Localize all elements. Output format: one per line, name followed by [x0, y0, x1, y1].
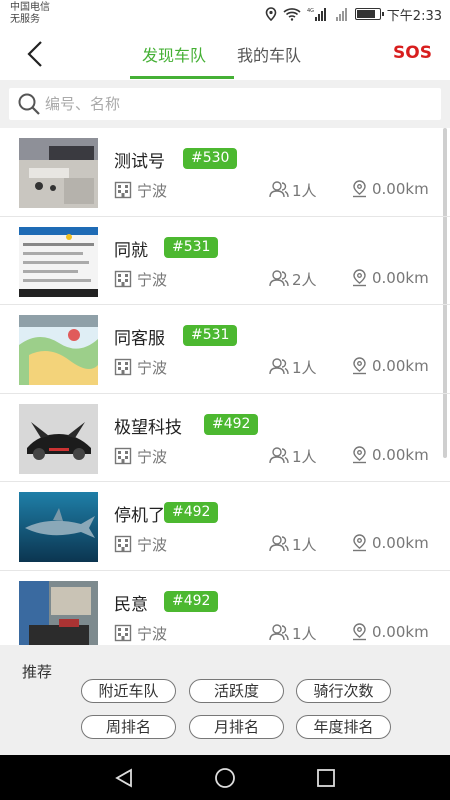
team-list[interactable]: 测试号 #530 宁波 1人 0.00km 同就 #531 宁波 2人 0.00km 同客服 #531… — [0, 128, 450, 645]
building-icon — [114, 270, 132, 287]
team-member-count: 1人 — [292, 447, 317, 466]
cellular-signal-icon: 4G — [307, 8, 326, 21]
team-member-count: 2人 — [292, 270, 317, 289]
battery-icon — [354, 8, 384, 20]
battery-level — [356, 10, 375, 18]
team-city: 宁波 — [137, 536, 168, 554]
team-member-count: 1人 — [292, 624, 317, 643]
team-name: 停机了 — [114, 506, 165, 526]
team-row[interactable]: 民意 #492 宁波 1人 0.00km — [0, 571, 450, 645]
team-name: 民意 — [114, 594, 148, 615]
location-pin-icon — [353, 622, 366, 640]
team-distance: 0.00km — [372, 357, 429, 375]
team-city: 宁波 — [137, 182, 168, 200]
team-id-badge: #492 — [164, 590, 219, 612]
location-pin-icon — [353, 445, 366, 463]
search-bar-area — [0, 80, 450, 128]
team-thumbnail — [19, 492, 98, 562]
team-thumbnail — [19, 138, 98, 208]
members-icon — [269, 269, 289, 286]
chip-weekly-rank[interactable]: 周排名 — [81, 715, 176, 739]
team-id-badge: #492 — [164, 502, 219, 523]
members-icon — [269, 181, 289, 198]
location-pin-icon — [353, 357, 366, 375]
building-icon — [114, 535, 132, 553]
recommend-title: 推荐 — [22, 663, 53, 681]
team-member-count: 1人 — [292, 359, 317, 377]
sos-button[interactable]: SOS — [393, 43, 432, 63]
team-thumbnail — [19, 315, 98, 385]
members-icon — [269, 358, 289, 375]
carrier-name: 中国电信 — [10, 2, 50, 13]
system-nav-bar — [0, 755, 450, 800]
team-id-badge: #531 — [164, 236, 219, 258]
top-nav: 发现车队 我的车队 SOS — [0, 28, 450, 80]
service-status: 无服务 — [10, 14, 40, 25]
recent-square-icon[interactable] — [315, 767, 337, 789]
location-pin-icon — [353, 268, 366, 286]
search-input[interactable] — [45, 95, 425, 113]
members-icon — [269, 535, 289, 552]
recommend-panel: 推荐 附近车队 活跃度 骑行次数 周排名 月排名 年度排名 — [0, 645, 450, 755]
team-row[interactable]: 同就 #531 宁波 2人 0.00km — [0, 217, 450, 305]
building-icon — [114, 624, 132, 641]
tab-discover-teams[interactable]: 发现车队 — [142, 42, 206, 66]
building-icon — [114, 358, 132, 376]
team-id-badge: #492 — [204, 413, 259, 435]
tab-my-teams[interactable]: 我的车队 — [237, 42, 301, 66]
chip-nearby-teams[interactable]: 附近车队 — [81, 679, 176, 703]
team-city: 宁波 — [137, 447, 168, 466]
team-distance: 0.00km — [372, 622, 429, 641]
team-thumbnail — [19, 403, 98, 474]
chip-yearly-rank[interactable]: 年度排名 — [296, 715, 391, 739]
team-distance: 0.00km — [372, 445, 429, 464]
team-thumbnail — [19, 580, 98, 645]
search-box[interactable] — [9, 88, 441, 120]
team-id-badge: #531 — [183, 325, 238, 346]
back-arrow-icon[interactable] — [22, 40, 48, 68]
members-icon — [269, 446, 289, 463]
team-city: 宁波 — [137, 359, 168, 377]
network-type: 4G — [307, 8, 314, 14]
wifi-icon — [283, 8, 301, 21]
status-bar: 中国电信 无服务 4G 下午2:33 — [0, 0, 450, 28]
location-icon — [265, 7, 277, 21]
team-city: 宁波 — [137, 624, 168, 643]
status-icons: 4G 下午2:33 — [265, 5, 442, 24]
team-distance: 0.00km — [372, 268, 429, 287]
home-circle-icon[interactable] — [214, 767, 236, 789]
clock: 下午2:33 — [386, 8, 442, 24]
team-member-count: 1人 — [292, 182, 317, 200]
team-name: 同就 — [114, 240, 148, 261]
team-thumbnail — [19, 226, 98, 297]
team-distance: 0.00km — [372, 534, 429, 552]
signal-empty-icon — [335, 8, 347, 21]
team-member-count: 1人 — [292, 536, 317, 554]
chip-activity[interactable]: 活跃度 — [189, 679, 284, 703]
team-name: 极望科技 — [114, 417, 182, 438]
building-icon — [114, 447, 132, 464]
chip-monthly-rank[interactable]: 月排名 — [189, 715, 284, 739]
location-pin-icon — [353, 534, 366, 552]
team-row[interactable]: 同客服 #531 宁波 1人 0.00km — [0, 305, 450, 394]
building-icon — [114, 181, 132, 199]
team-row[interactable]: 极望科技 #492 宁波 1人 0.00km — [0, 394, 450, 482]
carrier-info: 中国电信 无服务 — [10, 2, 50, 26]
team-row[interactable]: 停机了 #492 宁波 1人 0.00km — [0, 482, 450, 571]
team-id-badge: #530 — [183, 148, 238, 169]
active-tab-indicator — [130, 76, 234, 79]
back-triangle-icon[interactable] — [113, 767, 135, 789]
members-icon — [269, 623, 289, 640]
team-city: 宁波 — [137, 270, 168, 289]
chip-ride-count[interactable]: 骑行次数 — [296, 679, 391, 703]
team-name: 测试号 — [114, 152, 165, 172]
location-pin-icon — [353, 180, 366, 198]
team-name: 同客服 — [114, 329, 165, 349]
team-row[interactable]: 测试号 #530 宁波 1人 0.00km — [0, 128, 450, 217]
search-icon — [18, 93, 40, 115]
team-distance: 0.00km — [372, 180, 429, 198]
